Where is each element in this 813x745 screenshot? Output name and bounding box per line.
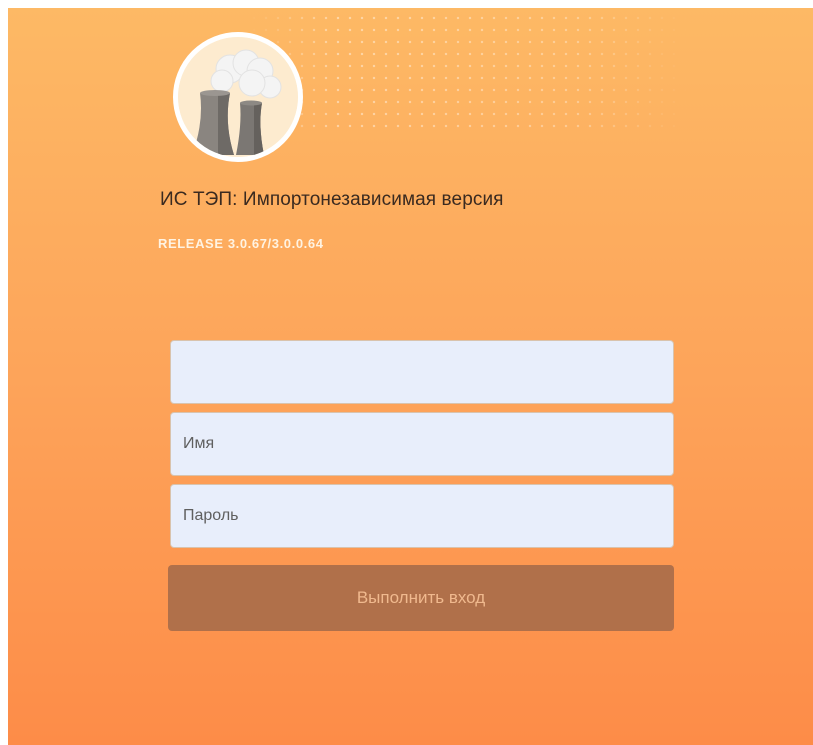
server-input[interactable]	[170, 340, 674, 404]
app-title: ИС ТЭП: Импортонезависимая версия	[160, 189, 504, 210]
dot-pattern-decoration	[248, 12, 688, 132]
login-panel: ИС ТЭП: Импортонезависимая версия RELEAS…	[8, 8, 813, 745]
password-input[interactable]	[170, 484, 674, 548]
release-version: RELEASE 3.0.67/3.0.0.64	[158, 236, 324, 251]
power-plant-logo-icon	[173, 32, 303, 162]
username-input[interactable]	[170, 412, 674, 476]
login-button[interactable]: Выполнить вход	[168, 565, 674, 631]
